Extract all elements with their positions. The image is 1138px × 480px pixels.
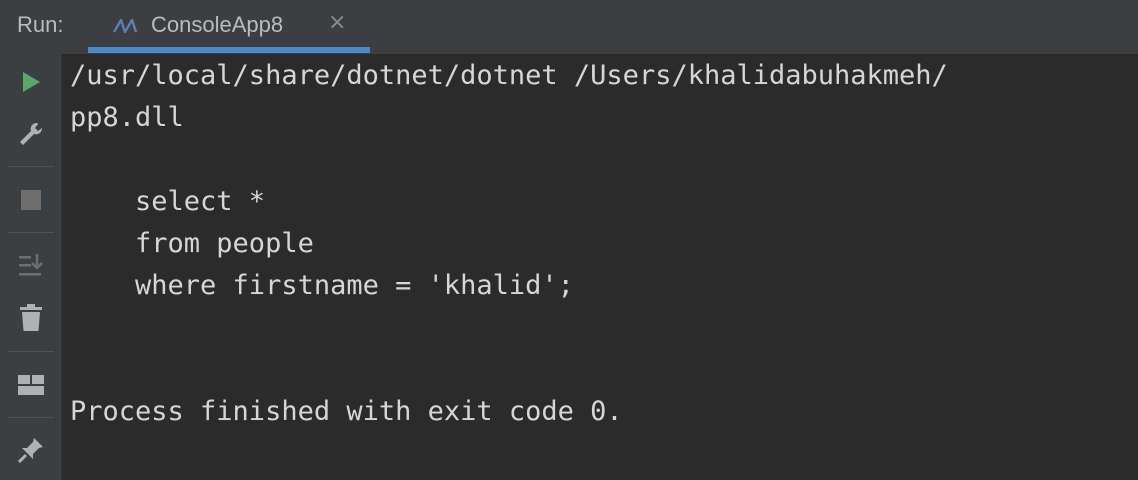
console-line-sql-where: where firstname = 'khalid'; [70,270,574,301]
run-toolwindow-header: Run: ConsoleApp8 × [0,0,1138,54]
toolbar-divider [8,417,54,418]
layout-button[interactable] [12,366,50,404]
stop-button[interactable] [12,181,50,219]
scroll-to-end-button[interactable] [12,246,50,284]
console-line-exit-status: Process finished with exit code 0. [70,396,623,427]
run-label: Run: [17,12,64,37]
dotnet-icon [113,18,138,34]
console-line-sql-from: from people [70,228,314,259]
trash-icon [20,304,42,331]
wrench-icon [20,122,43,145]
clear-all-button[interactable] [12,299,50,337]
tab-title[interactable]: ConsoleApp8 [151,12,283,38]
run-toolbar [0,54,62,480]
toolbar-divider [8,351,54,352]
console-line-command: /usr/local/share/dotnet/dotnet /Users/kh… [70,60,948,91]
toolbar-divider [8,232,54,233]
console-output[interactable]: /usr/local/share/dotnet/dotnet /Users/kh… [70,54,1138,480]
active-tab-indicator [88,47,370,53]
pin-icon [17,438,43,464]
console-line-command-continued: pp8.dll [70,102,184,133]
run-icon [23,72,40,92]
settings-button[interactable] [12,115,50,153]
rerun-button[interactable] [12,63,50,101]
stop-icon [21,190,41,210]
close-icon[interactable]: × [328,10,346,35]
toolbar-divider [8,166,54,167]
scroll-to-end-icon [19,254,43,276]
pin-button[interactable] [12,431,50,469]
layout-icon [18,375,44,395]
console-line-sql-select: select * [70,186,266,217]
